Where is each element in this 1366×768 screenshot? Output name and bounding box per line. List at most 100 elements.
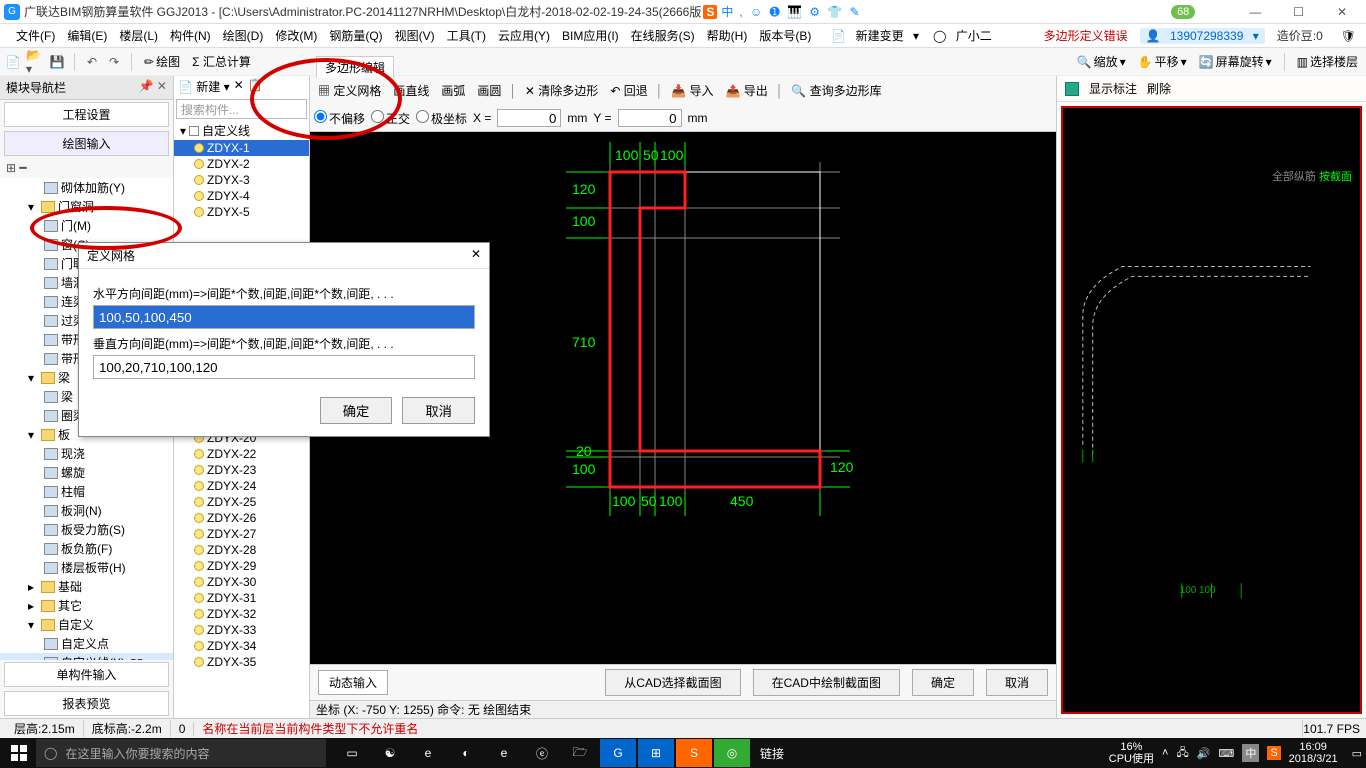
menu-item[interactable]: 文件(F)	[10, 27, 61, 45]
menu-item[interactable]: 版本号(B)	[753, 27, 817, 45]
v-spacing-input[interactable]	[93, 355, 475, 379]
no-offset-radio[interactable]: 不偏移	[314, 110, 365, 127]
tree-node[interactable]: ▸基础	[0, 577, 173, 596]
list-item[interactable]: ZDYX-2	[174, 156, 309, 172]
menu-item[interactable]: 在线服务(S)	[625, 27, 701, 45]
dialog-close-icon[interactable]: ✕	[471, 247, 481, 264]
dynamic-input-button[interactable]: 动态输入	[318, 670, 388, 695]
export-button[interactable]: 📤 导出	[722, 80, 772, 101]
menu-item[interactable]: 构件(N)	[164, 27, 217, 45]
tray-keyboard-icon[interactable]: ⌨	[1218, 747, 1234, 760]
h-spacing-input[interactable]	[93, 305, 475, 329]
x-input[interactable]	[497, 109, 561, 127]
new-change-button[interactable]: 📄 新建变更 ▾	[825, 25, 925, 46]
in-cad-button[interactable]: 在CAD中绘制截面图	[753, 669, 900, 696]
mid-delete-icon[interactable]: ✕	[234, 78, 244, 95]
draw-input-tab[interactable]: 绘图输入	[4, 131, 169, 156]
draw-circle-button[interactable]: 画圆	[473, 80, 505, 101]
refresh-button[interactable]: 刷除	[1147, 80, 1171, 97]
tree-node[interactable]: 自定义线(X)▯▯	[0, 653, 173, 660]
list-item[interactable]: ZDYX-27	[174, 526, 309, 542]
menu-item[interactable]: BIM应用(I)	[556, 27, 625, 45]
draw-button[interactable]: ✏ 绘图	[140, 51, 184, 72]
tree-node[interactable]: 门(M)	[0, 216, 173, 235]
list-item[interactable]: ZDYX-5	[174, 204, 309, 220]
tray-vol-icon[interactable]: 🔊	[1197, 747, 1211, 760]
minimize-button[interactable]: —	[1235, 5, 1275, 19]
menu-item[interactable]: 视图(V)	[389, 27, 441, 45]
tree-mode-icons[interactable]: ⊞ ━	[0, 158, 173, 178]
app-icon-4[interactable]: G	[600, 739, 636, 767]
tree-node[interactable]: 板负筋(F)	[0, 539, 173, 558]
redo-icon[interactable]: ↷	[105, 53, 123, 71]
mid-copy-icon[interactable]: 📋	[248, 78, 263, 95]
canvas-cancel-button[interactable]: 取消	[986, 669, 1048, 696]
zoom-button[interactable]: 🔍 缩放 ▾	[1073, 51, 1130, 72]
tray-ime-icon[interactable]: 中	[1242, 744, 1259, 762]
close-button[interactable]: ✕	[1322, 5, 1362, 19]
draw-line-button[interactable]: 画直线	[389, 80, 433, 101]
ime-mode[interactable]: 中	[721, 3, 735, 20]
pan-button[interactable]: ✋ 平移 ▾	[1134, 51, 1191, 72]
tree-node[interactable]: 自定义点	[0, 634, 173, 653]
menu-item[interactable]: 帮助(H)	[701, 27, 754, 45]
list-item[interactable]: ZDYX-28	[174, 542, 309, 558]
import-button[interactable]: 📥 导入	[667, 80, 717, 101]
taskbar-search[interactable]: ◯ 在这里输入你要搜索的内容	[36, 739, 326, 767]
undo-step-button[interactable]: ↶ 回退	[606, 80, 651, 101]
tree-node[interactable]: 板洞(N)	[0, 501, 173, 520]
list-item[interactable]: ZDYX-24	[174, 478, 309, 494]
tree-node[interactable]: 板受力筋(S)	[0, 520, 173, 539]
tree-node[interactable]: ▸其它	[0, 596, 173, 615]
tree-node[interactable]: 楼层板带(H)	[0, 558, 173, 577]
tree-node[interactable]: 柱帽	[0, 482, 173, 501]
sum-button[interactable]: Σ 汇总计算	[188, 51, 255, 72]
task-view-icon[interactable]: ▭	[334, 739, 370, 767]
define-grid-button[interactable]: ▦ 定义网格	[314, 80, 385, 101]
tree-node[interactable]: ▾门窗洞	[0, 197, 173, 216]
single-input-tab[interactable]: 单构件输入	[4, 662, 169, 687]
app-icon-1[interactable]: ☯	[372, 739, 408, 767]
select-floor-button[interactable]: ▥ 选择楼层	[1293, 51, 1362, 72]
coin-icon[interactable]: 🛡	[1335, 27, 1362, 45]
open-file-icon[interactable]: 📂▾	[26, 53, 44, 71]
nav-pin-icon[interactable]: 📌 ✕	[139, 79, 167, 96]
dialog-ok-button[interactable]: 确定	[320, 397, 393, 424]
tray-net-icon[interactable]: 🖧	[1176, 744, 1188, 763]
ime-badge[interactable]: S	[703, 5, 717, 19]
tree-node[interactable]: 螺旋	[0, 463, 173, 482]
list-item[interactable]: ZDYX-26	[174, 510, 309, 526]
app-icon-6[interactable]: S	[676, 739, 712, 767]
list-item[interactable]: ZDYX-1	[174, 140, 309, 156]
edge-icon[interactable]: e	[410, 739, 446, 767]
menu-item[interactable]: 楼层(L)	[113, 27, 164, 45]
clear-polygon-button[interactable]: ✕ 清除多边形	[521, 80, 602, 101]
list-item[interactable]: ZDYX-3	[174, 172, 309, 188]
search-component-input[interactable]: 搜索构件...	[176, 99, 307, 119]
user-phone[interactable]: 👤 13907298339 ▾	[1140, 28, 1265, 44]
app-icon-7[interactable]: ◎	[714, 739, 750, 767]
from-cad-button[interactable]: 从CAD选择截面图	[605, 669, 740, 696]
polygon-edit-tab[interactable]: 多边形编辑	[316, 56, 394, 78]
list-item[interactable]: ZDYX-33	[174, 622, 309, 638]
section-canvas[interactable]: 全部纵筋 按截面 100 100	[1061, 106, 1362, 714]
list-item[interactable]: ZDYX-4	[174, 188, 309, 204]
menu-item[interactable]: 工具(T)	[441, 27, 492, 45]
show-label-toggle[interactable]: 显示标注	[1089, 80, 1137, 97]
menu-item[interactable]: 绘图(D)	[217, 27, 270, 45]
list-item[interactable]: ZDYX-29	[174, 558, 309, 574]
tray-up-icon[interactable]: ˄	[1162, 747, 1168, 759]
y-input[interactable]	[618, 109, 682, 127]
ime-extra-icons[interactable]: , ☺ ➊ 🎹 ⚙ 👕 ✎	[739, 5, 861, 19]
undo-icon[interactable]: ↶	[83, 53, 101, 71]
list-item[interactable]: ZDYX-34	[174, 638, 309, 654]
list-root[interactable]: ▾自定义线	[174, 121, 309, 140]
list-item[interactable]: ZDYX-32	[174, 606, 309, 622]
list-item[interactable]: ZDYX-22	[174, 446, 309, 462]
list-item[interactable]: ZDYX-30	[174, 574, 309, 590]
save-icon[interactable]: 💾	[48, 53, 66, 71]
rotate-button[interactable]: 🔄 屏幕旋转 ▾	[1195, 51, 1276, 72]
mid-new-button[interactable]: 📄 新建 ▾	[178, 78, 230, 95]
menu-item[interactable]: 云应用(Y)	[492, 27, 556, 45]
notifications-icon[interactable]: ▭	[1352, 747, 1362, 760]
